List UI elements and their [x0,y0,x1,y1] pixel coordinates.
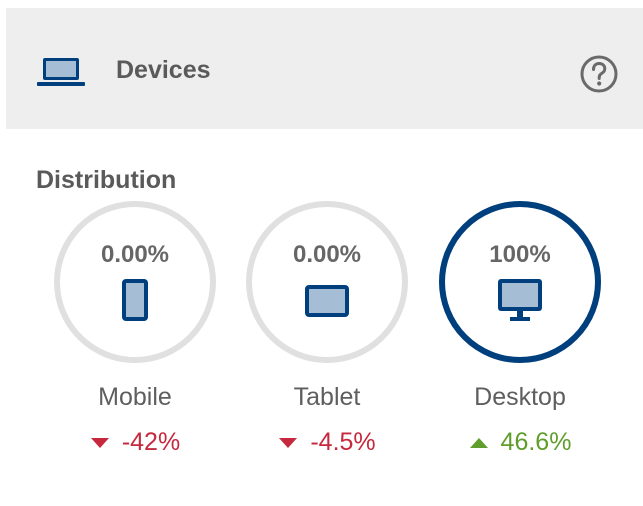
card-header: Devices [6,8,643,129]
share-percent: 0.00% [292,241,362,268]
section-title: Distribution [36,166,177,194]
trend-value: -42% [121,428,181,456]
trend-indicator: 46.6% [437,428,603,457]
tablet-icon [305,285,349,317]
device-label: Mobile [98,383,172,411]
card-title: Devices [116,56,211,84]
trend-indicator: -4.5% [244,428,410,457]
devices-card: Devices Distribution 0.00% Mobile -42% 0… [0,0,643,506]
trend-indicator: -42% [52,428,218,457]
trend-down-icon [279,438,298,449]
trend-up-icon [469,438,488,449]
trend-value: 46.6% [500,428,572,456]
desktop-icon [498,279,542,321]
device-label: Tablet [293,383,361,411]
share-percent: 100% [489,241,551,268]
mobile-icon [122,279,148,321]
device-label: Desktop [474,383,566,411]
help-icon[interactable] [579,54,619,94]
trend-value: -4.5% [310,428,376,456]
trend-down-icon [90,438,109,449]
laptop-icon [37,58,85,86]
share-percent: 0.00% [100,241,170,268]
